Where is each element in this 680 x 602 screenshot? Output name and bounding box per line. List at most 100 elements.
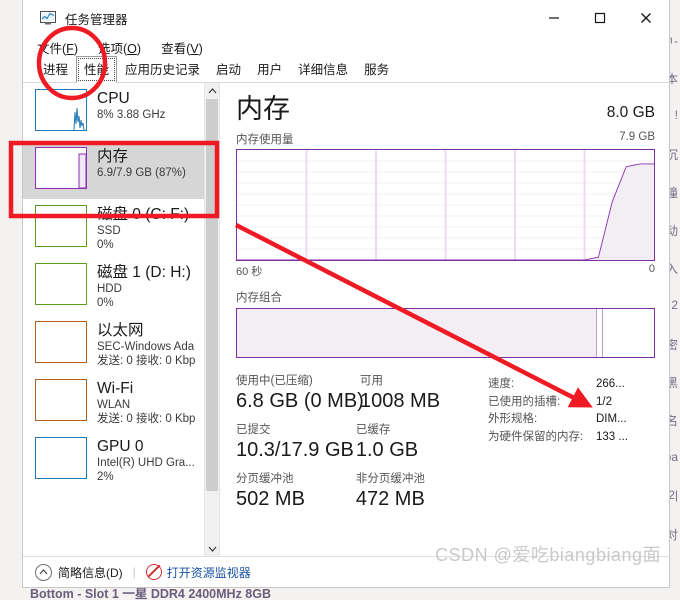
composition-divider-2: [601, 309, 603, 357]
axis-left-label: 60 秒: [236, 266, 263, 278]
chevron-up-icon[interactable]: [205, 83, 219, 98]
sidebar-item-sub1: 6.9/7.9 GB (87%): [97, 167, 186, 179]
memory-details-list: 速度: 266... 已使用的插槽: 1/2 外形规格: DIM... 为硬件保留的内存: 1…: [468, 374, 655, 521]
tab-7[interactable]: 服务: [356, 56, 397, 83]
sidebar-item-name: 以太网: [97, 322, 144, 339]
stat-key: 可用: [360, 375, 383, 387]
resource-monitor-icon: [145, 564, 162, 580]
detail-key: 已使用的插槽:: [488, 395, 561, 408]
sidebar-item-1[interactable]: CPU 8% 3.88 GHz: [23, 83, 205, 141]
sidebar-item-text: GPU 0 Intel(R) UHD Gra... 2%: [97, 437, 199, 484]
chevron-down-icon[interactable]: [205, 541, 219, 556]
fewer-details-button[interactable]: 简略信息(D): [35, 563, 123, 581]
stat-value: 6.8 GB (0 MB): [236, 390, 364, 412]
title-bar: 任务管理器: [23, 0, 669, 36]
sidebar-item-thumbnail: [35, 379, 87, 421]
performance-sidebar: CPU 8% 3.88 GHz 内存 6.9/7.9 GB (87%) 磁盘 0 (C:…: [23, 83, 220, 556]
scrollbar-thumb[interactable]: [206, 99, 218, 491]
memory-composition-bar[interactable]: [236, 308, 655, 358]
sidebar-item-thumbnail: [35, 263, 87, 305]
watermark: CSDN @爱吃biangbiang面: [435, 545, 661, 565]
memory-header: 内存 8.0 GB: [236, 93, 655, 125]
sidebar-scrollbar[interactable]: [204, 83, 219, 556]
composition-divider-1: [595, 309, 597, 357]
close-button[interactable]: [623, 1, 669, 35]
sidebar-item-4[interactable]: 磁盘 1 (D: H:) HDD 0%: [23, 257, 205, 315]
sidebar-item-thumbnail: [35, 437, 87, 479]
sidebar-item-6[interactable]: Wi-Fi WLAN 发送: 0 接收: 0 Kbp: [23, 373, 205, 431]
tab-3[interactable]: 应用历史记录: [117, 56, 208, 83]
page-title: 内存: [236, 94, 290, 124]
sidebar-item-3[interactable]: 磁盘 0 (C: F:) SSD 0%: [23, 199, 205, 257]
sidebar-item-sub1: HDD: [97, 283, 122, 295]
status-separator: |: [132, 565, 136, 579]
sidebar-item-text: 以太网 SEC-Windows Ada 发送: 0 接收: 0 Kbp: [97, 321, 199, 368]
sidebar-item-name: 磁盘 1 (D: H:): [97, 264, 191, 281]
sidebar-item-thumbnail: [35, 147, 87, 189]
memory-panel: 内存 8.0 GB 内存使用量 7.9 GB 60 秒 0 内存组合 使用中(已…: [220, 83, 669, 556]
tab-5[interactable]: 用户: [249, 56, 290, 83]
sidebar-item-thumbnail: [35, 205, 87, 247]
open-resource-monitor-label: 打开资源监视器: [166, 565, 251, 580]
sidebar-item-sub2: 发送: 0 接收: 0 Kbp: [97, 413, 196, 425]
sidebar-item-text: 磁盘 1 (D: H:) HDD 0%: [97, 263, 199, 310]
memory-usage-graph[interactable]: [236, 149, 655, 261]
axis-right-label: 0: [648, 263, 655, 275]
background-fragment: 2: [671, 298, 678, 312]
sidebar-item-sub1: SEC-Windows Ada: [97, 341, 195, 353]
sidebar-item-sub2: 0%: [97, 297, 114, 309]
tab-1[interactable]: 进程: [35, 56, 76, 83]
stat-key: 已缓存: [355, 424, 391, 436]
sidebar-item-name: Wi-Fi: [97, 380, 134, 397]
menu-bar: 文件(F) 选项(O) 查看(V): [23, 36, 669, 58]
menu-item-1[interactable]: 文件(F): [37, 38, 78, 57]
sidebar-item-name: GPU 0: [97, 438, 144, 455]
sidebar-item-sub2: 发送: 0 接收: 0 Kbp: [97, 355, 196, 367]
stat-value: 472 MB: [355, 488, 425, 510]
sidebar-item-thumbnail: [35, 89, 87, 131]
chevron-up-circle-icon: [35, 563, 52, 581]
detail-row-4: 为硬件保留的内存: 133 ...: [488, 429, 655, 447]
usage-graph-label: 内存使用量: [236, 134, 294, 146]
task-manager-icon: [39, 10, 57, 26]
stat-row: 使用中(已压缩) 6.8 GB (0 MB) 可用 1008 MB: [236, 374, 468, 414]
minimize-button[interactable]: [531, 1, 577, 35]
memory-stats: 使用中(已压缩) 6.8 GB (0 MB) 可用 1008 MB 已提交 10.3/17…: [236, 374, 655, 521]
stat-cell: 已提交 10.3/17.9 GB: [236, 423, 356, 463]
menu-item-2[interactable]: 选项(O): [98, 38, 141, 57]
sidebar-item-5[interactable]: 以太网 SEC-Windows Ada 发送: 0 接收: 0 Kbp: [23, 315, 205, 373]
window-title: 任务管理器: [65, 12, 128, 27]
sidebar-item-sub1: SSD: [97, 225, 121, 237]
detail-value: 266...: [596, 378, 625, 390]
stat-row: 分页缓冲池 502 MB 非分页缓冲池 472 MB: [236, 472, 468, 512]
menu-item-3[interactable]: 查看(V): [161, 38, 203, 57]
maximize-button[interactable]: [577, 1, 623, 35]
tab-6[interactable]: 详细信息: [290, 56, 356, 83]
stat-cell: 分页缓冲池 502 MB: [236, 472, 356, 512]
usage-graph-axis: 60 秒 0: [236, 263, 655, 279]
tab-2[interactable]: 性能: [76, 56, 118, 83]
stat-cell: 非分页缓冲池 472 MB: [356, 472, 468, 512]
sidebar-item-text: Wi-Fi WLAN 发送: 0 接收: 0 Kbp: [97, 379, 199, 426]
composition-label: 内存组合: [236, 292, 282, 304]
sidebar-item-2[interactable]: 内存 6.9/7.9 GB (87%): [23, 141, 205, 199]
tab-4[interactable]: 启动: [208, 56, 249, 83]
usage-graph-max: 7.9 GB: [619, 131, 655, 143]
background-fragment: !: [674, 108, 678, 122]
sidebar-item-thumbnail: [35, 321, 87, 363]
sidebar-item-7[interactable]: GPU 0 Intel(R) UHD Gra... 2%: [23, 431, 205, 489]
sidebar-item-text: CPU 8% 3.88 GHz: [97, 89, 199, 122]
detail-value: 133 ...: [596, 430, 628, 443]
sidebar-item-name: 内存: [97, 148, 129, 165]
stat-row: 已提交 10.3/17.9 GB 已缓存 1.0 GB: [236, 423, 468, 463]
composition-in-use: [237, 309, 596, 357]
open-resource-monitor-link[interactable]: 打开资源监视器: [145, 564, 251, 581]
detail-key: 为硬件保留的内存:: [488, 430, 584, 443]
stat-cell: 使用中(已压缩) 6.8 GB (0 MB): [236, 374, 364, 414]
sidebar-item-sub1: Intel(R) UHD Gra...: [97, 457, 195, 469]
sidebar-item-name: 磁盘 0 (C: F:): [97, 206, 190, 223]
sidebar-list: CPU 8% 3.88 GHz 内存 6.9/7.9 GB (87%) 磁盘 0 (C:…: [23, 83, 205, 556]
stat-key: 已提交: [236, 424, 271, 436]
stat-value: 1008 MB: [360, 390, 441, 412]
fewer-details-label: 简略信息(D): [58, 565, 123, 580]
